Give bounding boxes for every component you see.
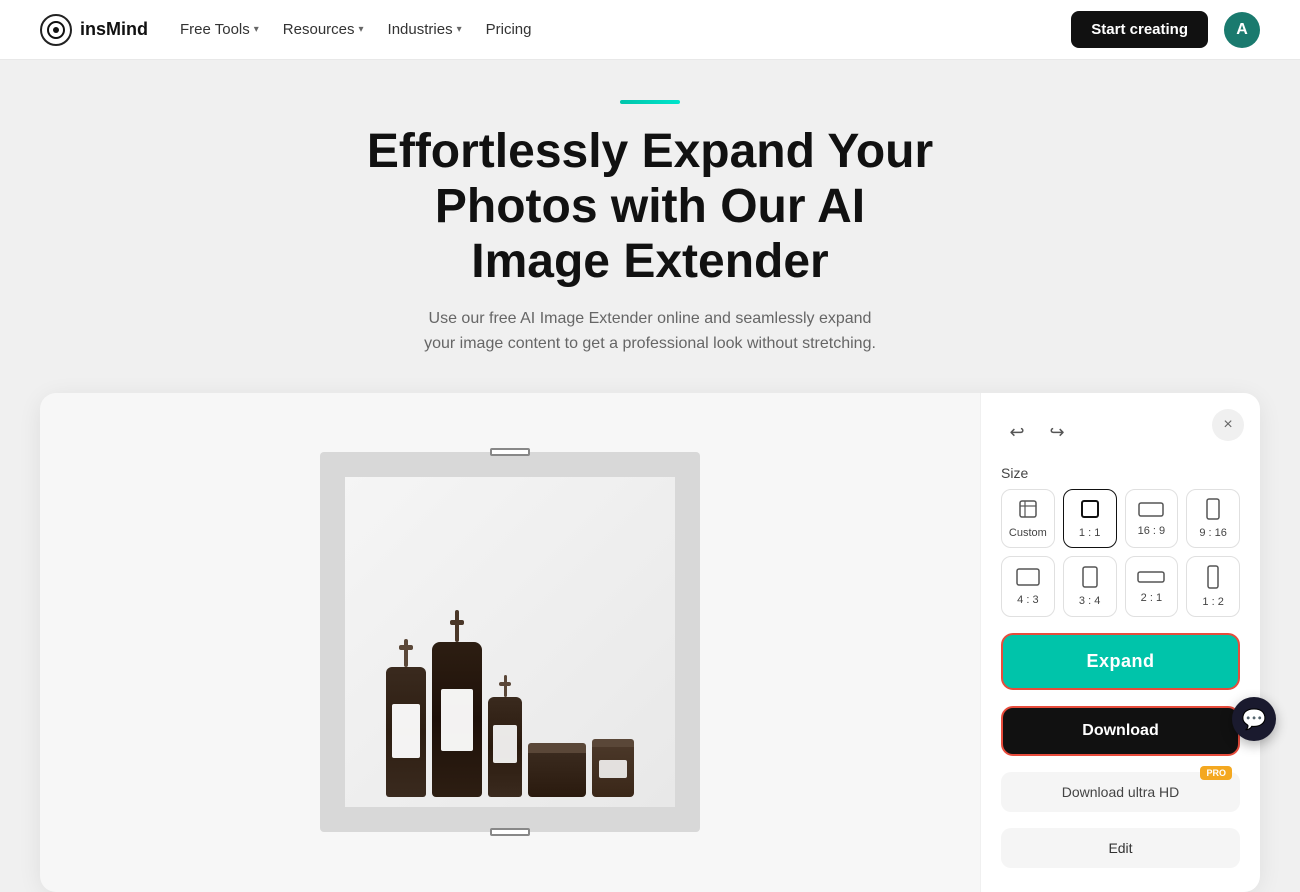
nav-free-tools[interactable]: Free Tools ▾	[180, 21, 259, 38]
pro-badge: PRO	[1200, 766, 1232, 780]
size-9-16-label: 9 : 16	[1199, 527, 1227, 539]
redo-icon: ↪	[1049, 422, 1064, 443]
redo-button[interactable]: ↪	[1041, 417, 1073, 449]
navbar-left: insMind Free Tools ▾ Resources ▾ Industr…	[40, 14, 531, 46]
navbar: insMind Free Tools ▾ Resources ▾ Industr…	[0, 0, 1300, 60]
size-1-2-label: 1 : 2	[1202, 596, 1223, 608]
edit-button[interactable]: Edit	[1001, 828, 1240, 868]
logo-icon	[40, 14, 72, 46]
sidebar: × ↩ ↪ Size Cust	[980, 393, 1260, 892]
size-16-9-icon	[1138, 500, 1164, 521]
nav-pricing-label: Pricing	[486, 21, 532, 38]
product-image	[345, 477, 675, 807]
size-4-3[interactable]: 4 : 3	[1001, 556, 1055, 617]
size-2-1-label: 2 : 1	[1141, 592, 1162, 604]
nav-links: Free Tools ▾ Resources ▾ Industries ▾ Pr…	[180, 21, 531, 38]
size-9-16-icon	[1206, 498, 1220, 523]
chevron-down-icon: ▾	[359, 24, 364, 35]
nav-pricing[interactable]: Pricing	[486, 21, 532, 38]
nav-free-tools-label: Free Tools	[180, 21, 250, 38]
canvas-outer	[300, 452, 720, 832]
size-grid: Custom 1 : 1 16 : 9	[1001, 489, 1240, 617]
custom-icon	[1017, 498, 1039, 523]
size-16-9-label: 16 : 9	[1138, 525, 1166, 537]
avatar[interactable]: A	[1224, 12, 1260, 48]
size-16-9[interactable]: 16 : 9	[1125, 489, 1179, 548]
size-2-1-icon	[1137, 569, 1165, 588]
size-label: Size	[1001, 465, 1240, 481]
resize-handle-bottom[interactable]	[490, 828, 530, 836]
canvas-image	[345, 477, 675, 807]
hero-section: Effortlessly Expand Your Photos with Our…	[0, 100, 1300, 290]
chevron-down-icon: ▾	[254, 24, 259, 35]
undo-icon: ↩	[1009, 422, 1024, 443]
chat-icon: 💬	[1242, 707, 1267, 732]
navbar-right: Start creating A	[1071, 11, 1260, 48]
size-1-2[interactable]: 1 : 2	[1186, 556, 1240, 617]
download-button[interactable]: Download	[1001, 706, 1240, 756]
size-section: Size Custom 1 : 1	[1001, 465, 1240, 617]
chat-widget[interactable]: 💬	[1232, 697, 1276, 741]
nav-resources-label: Resources	[283, 21, 355, 38]
size-1-1-icon	[1079, 498, 1101, 523]
nav-resources[interactable]: Resources ▾	[283, 21, 364, 38]
size-custom[interactable]: Custom	[1001, 489, 1055, 548]
size-1-1-label: 1 : 1	[1079, 527, 1100, 539]
size-3-4-label: 3 : 4	[1079, 595, 1100, 607]
size-3-4-icon	[1082, 566, 1098, 591]
download-ultra-wrapper: Download ultra HD PRO	[1001, 772, 1240, 812]
nav-industries-label: Industries	[388, 21, 453, 38]
accent-line	[620, 100, 680, 104]
close-button[interactable]: ×	[1212, 409, 1244, 441]
start-creating-button[interactable]: Start creating	[1071, 11, 1208, 48]
logo-text: insMind	[80, 19, 148, 40]
nav-industries[interactable]: Industries ▾	[388, 21, 462, 38]
chevron-down-icon: ▾	[457, 24, 462, 35]
undo-redo-section: ↩ ↪	[1001, 417, 1240, 449]
size-4-3-icon	[1016, 567, 1040, 590]
size-2-1[interactable]: 2 : 1	[1125, 556, 1179, 617]
size-1-1[interactable]: 1 : 1	[1063, 489, 1117, 548]
size-1-2-icon	[1207, 565, 1219, 592]
hero-subtitle: Use our free AI Image Extender online an…	[0, 306, 1300, 357]
size-9-16[interactable]: 9 : 16	[1186, 489, 1240, 548]
expand-button[interactable]: Expand	[1001, 633, 1240, 690]
size-3-4[interactable]: 3 : 4	[1063, 556, 1117, 617]
tool-card: × ↩ ↪ Size Cust	[40, 393, 1260, 892]
main-content: Effortlessly Expand Your Photos with Our…	[0, 60, 1300, 892]
resize-handle-top[interactable]	[490, 448, 530, 456]
image-area	[40, 393, 980, 892]
size-custom-label: Custom	[1009, 527, 1047, 539]
logo[interactable]: insMind	[40, 14, 148, 46]
undo-button[interactable]: ↩	[1001, 417, 1033, 449]
size-4-3-label: 4 : 3	[1017, 594, 1038, 606]
hero-title: Effortlessly Expand Your Photos with Our…	[0, 124, 1300, 290]
